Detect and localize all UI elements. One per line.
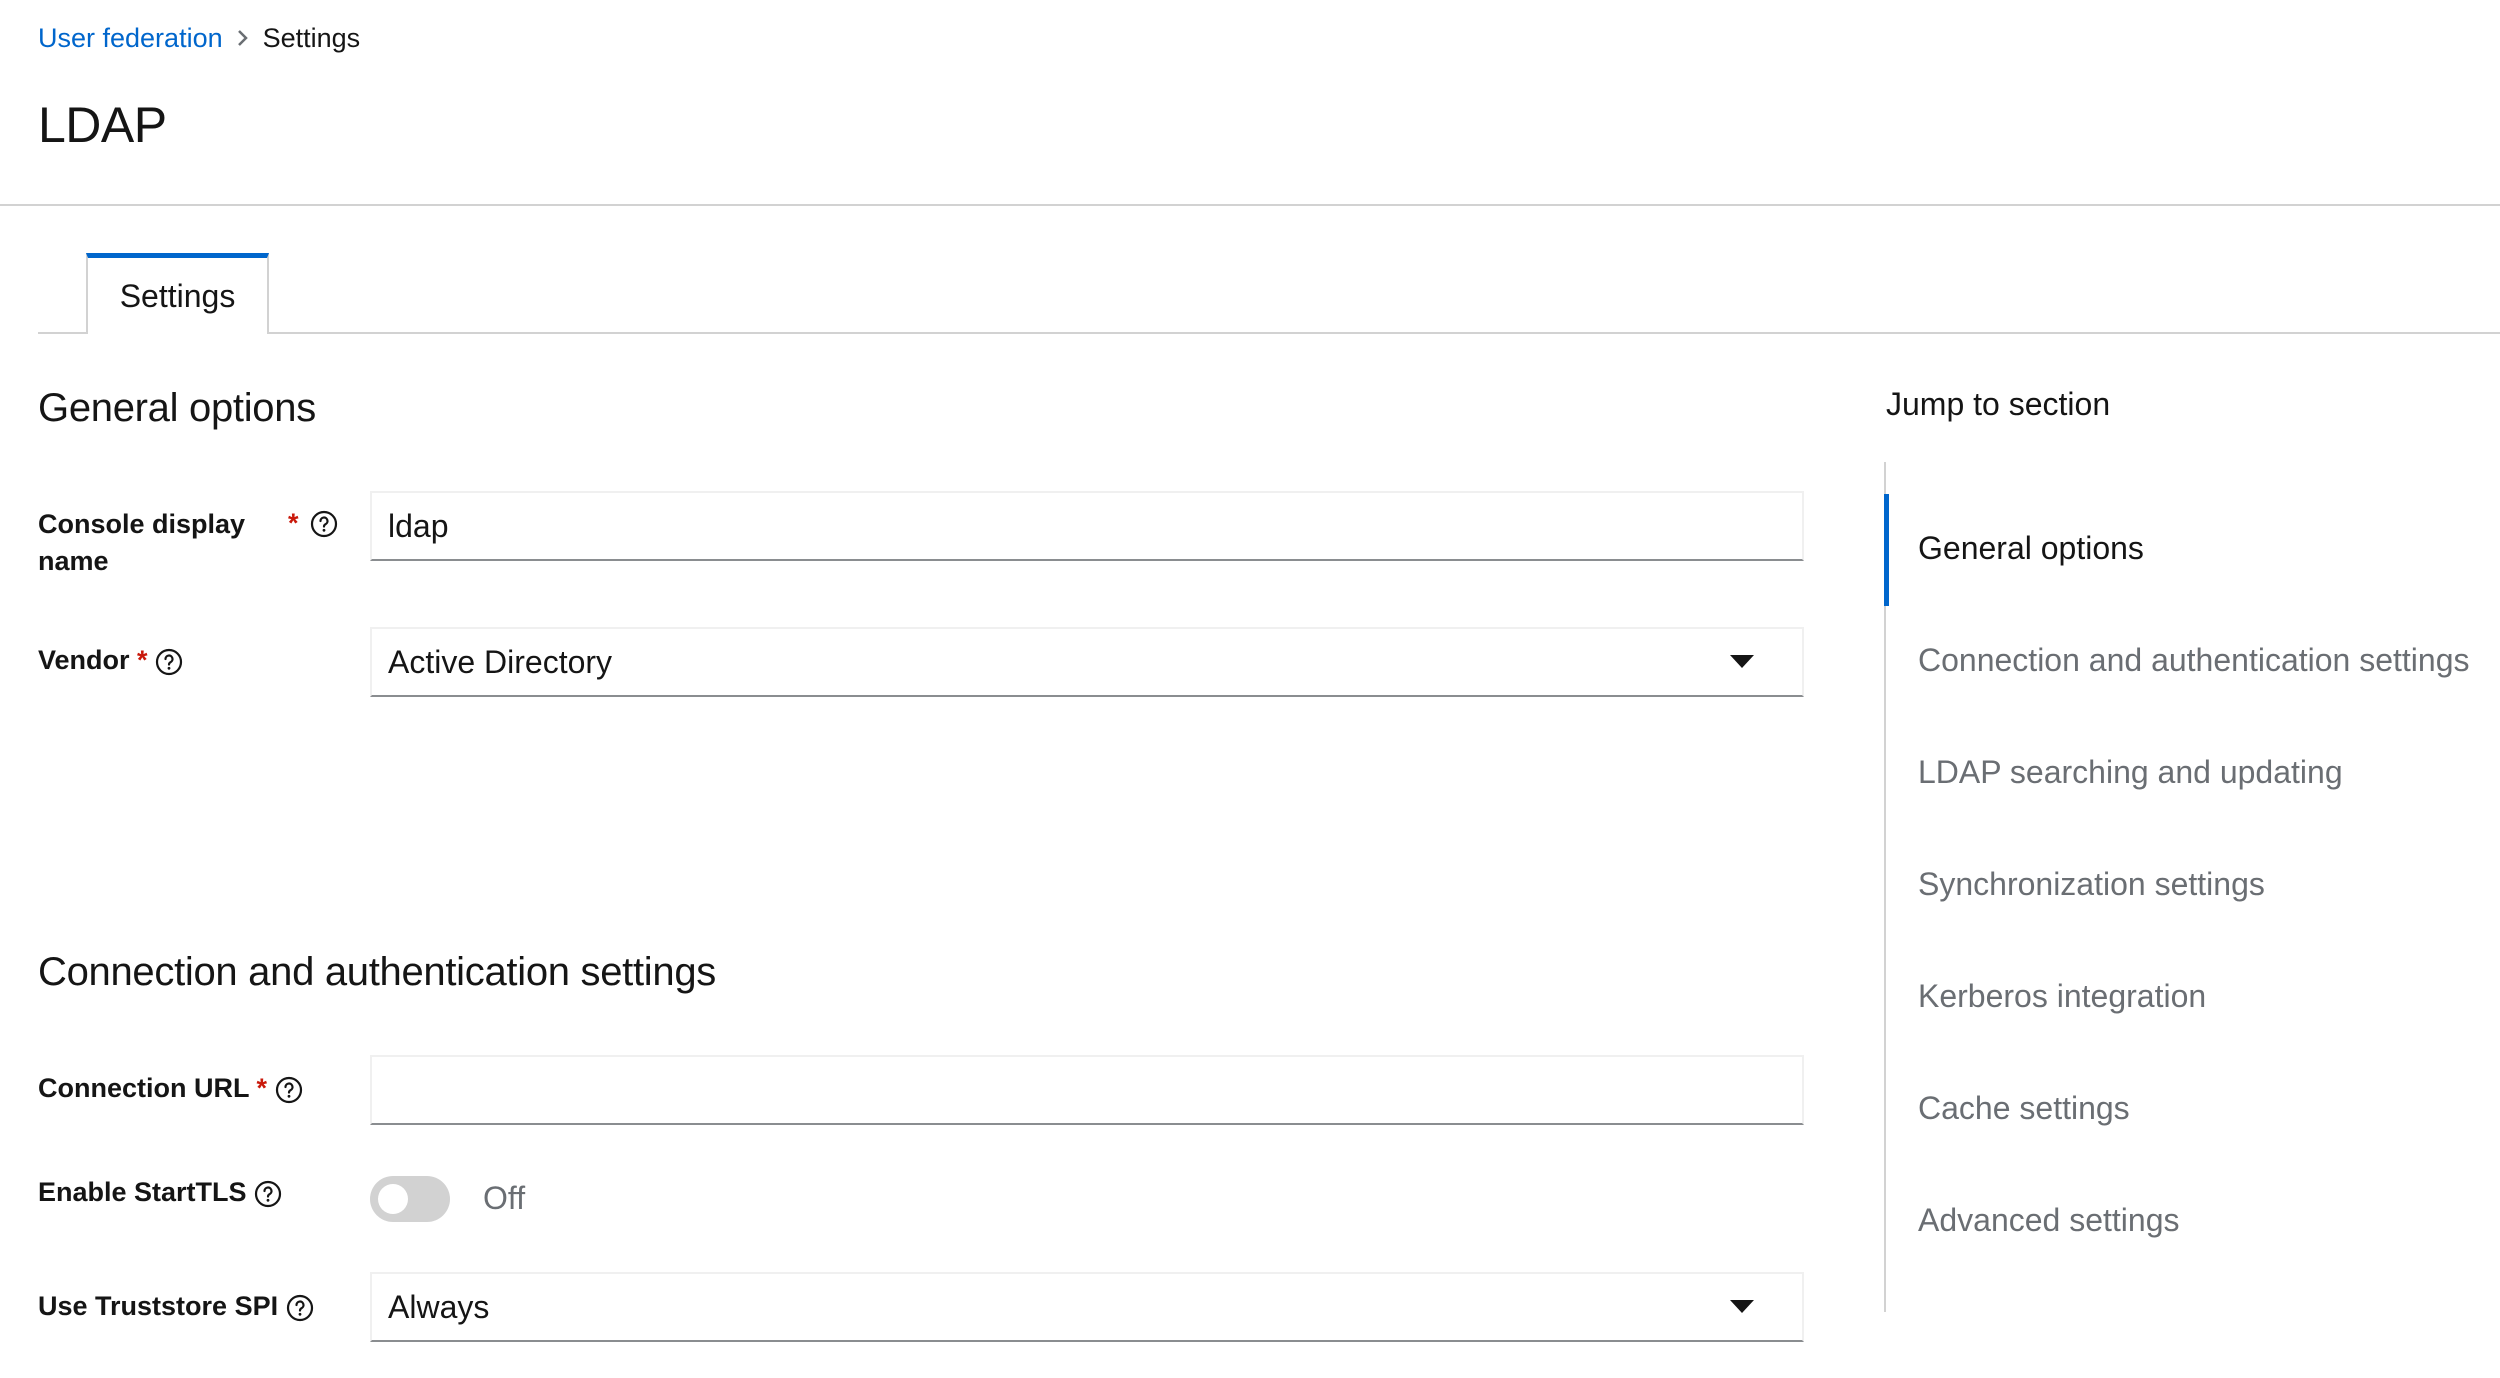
use-truststore-spi-label-text: Use Truststore SPI — [38, 1291, 279, 1321]
connection-url-label-text: Connection URL — [38, 1073, 249, 1103]
connection-url-input[interactable] — [370, 1055, 1804, 1125]
console-display-name-label-text: Console display — [38, 509, 246, 539]
tab-bar: Settings — [38, 253, 2500, 336]
help-circle-icon[interactable] — [310, 510, 338, 538]
help-circle-icon[interactable] — [286, 1294, 314, 1322]
required-marker: * — [288, 508, 299, 538]
vendor-selected-value: Active Directory — [388, 643, 613, 680]
jump-link-cache-settings[interactable]: Cache settings — [1918, 1090, 2130, 1127]
section-title-connection-settings: Connection and authentication settings — [38, 950, 716, 994]
use-truststore-spi-select[interactable]: Always — [370, 1272, 1804, 1342]
breadcrumb: User federation Settings — [38, 18, 360, 58]
jump-to-section-title: Jump to section — [1886, 386, 2111, 422]
jump-link-general-options[interactable]: General options — [1918, 530, 2144, 567]
help-circle-icon[interactable] — [254, 1180, 282, 1208]
jump-link-connection-settings[interactable]: Connection and authentication settings — [1918, 642, 2470, 679]
vendor-select[interactable]: Active Directory — [370, 627, 1804, 697]
use-truststore-spi-selected-value: Always — [388, 1288, 490, 1325]
page-title: LDAP — [38, 97, 167, 153]
caret-down-icon — [1730, 655, 1754, 668]
jump-link-synchronization[interactable]: Synchronization settings — [1918, 866, 2265, 903]
help-circle-icon[interactable] — [155, 648, 183, 676]
vendor-label: Vendor * — [38, 642, 183, 679]
header-divider — [0, 204, 2500, 206]
jump-link-kerberos[interactable]: Kerberos integration — [1918, 978, 2206, 1015]
help-circle-icon[interactable] — [275, 1076, 303, 1104]
use-truststore-spi-label: Use Truststore SPI — [38, 1288, 314, 1325]
enable-starttls-state: Off — [483, 1180, 526, 1216]
jump-link-ldap-searching[interactable]: LDAP searching and updating — [1918, 754, 2343, 791]
breadcrumb-current: Settings — [262, 22, 361, 53]
breadcrumb-link-user-federation[interactable]: User federation — [38, 23, 223, 54]
enable-starttls-toggle[interactable] — [370, 1176, 450, 1222]
console-display-name-label-text-2: name — [38, 546, 109, 576]
console-display-name-label: Console display name — [38, 506, 245, 580]
console-display-name-input[interactable] — [370, 491, 1804, 561]
vendor-label-text: Vendor — [38, 645, 130, 675]
required-marker: * — [137, 645, 148, 675]
enable-starttls-label: Enable StartTLS — [38, 1174, 282, 1211]
toggle-knob — [378, 1184, 408, 1214]
connection-url-label: Connection URL * — [38, 1070, 303, 1107]
section-title-general-options: General options — [38, 386, 316, 430]
chevron-right-icon — [223, 29, 263, 47]
jump-active-indicator — [1884, 494, 1889, 606]
jump-link-advanced-settings[interactable]: Advanced settings — [1918, 1202, 2180, 1239]
tab-settings[interactable]: Settings — [86, 253, 269, 336]
required-marker: * — [256, 1073, 268, 1103]
page: User federation Settings LDAP Settings G… — [0, 0, 2500, 1378]
caret-down-icon — [1730, 1300, 1754, 1313]
enable-starttls-label-text: Enable StartTLS — [38, 1177, 247, 1207]
